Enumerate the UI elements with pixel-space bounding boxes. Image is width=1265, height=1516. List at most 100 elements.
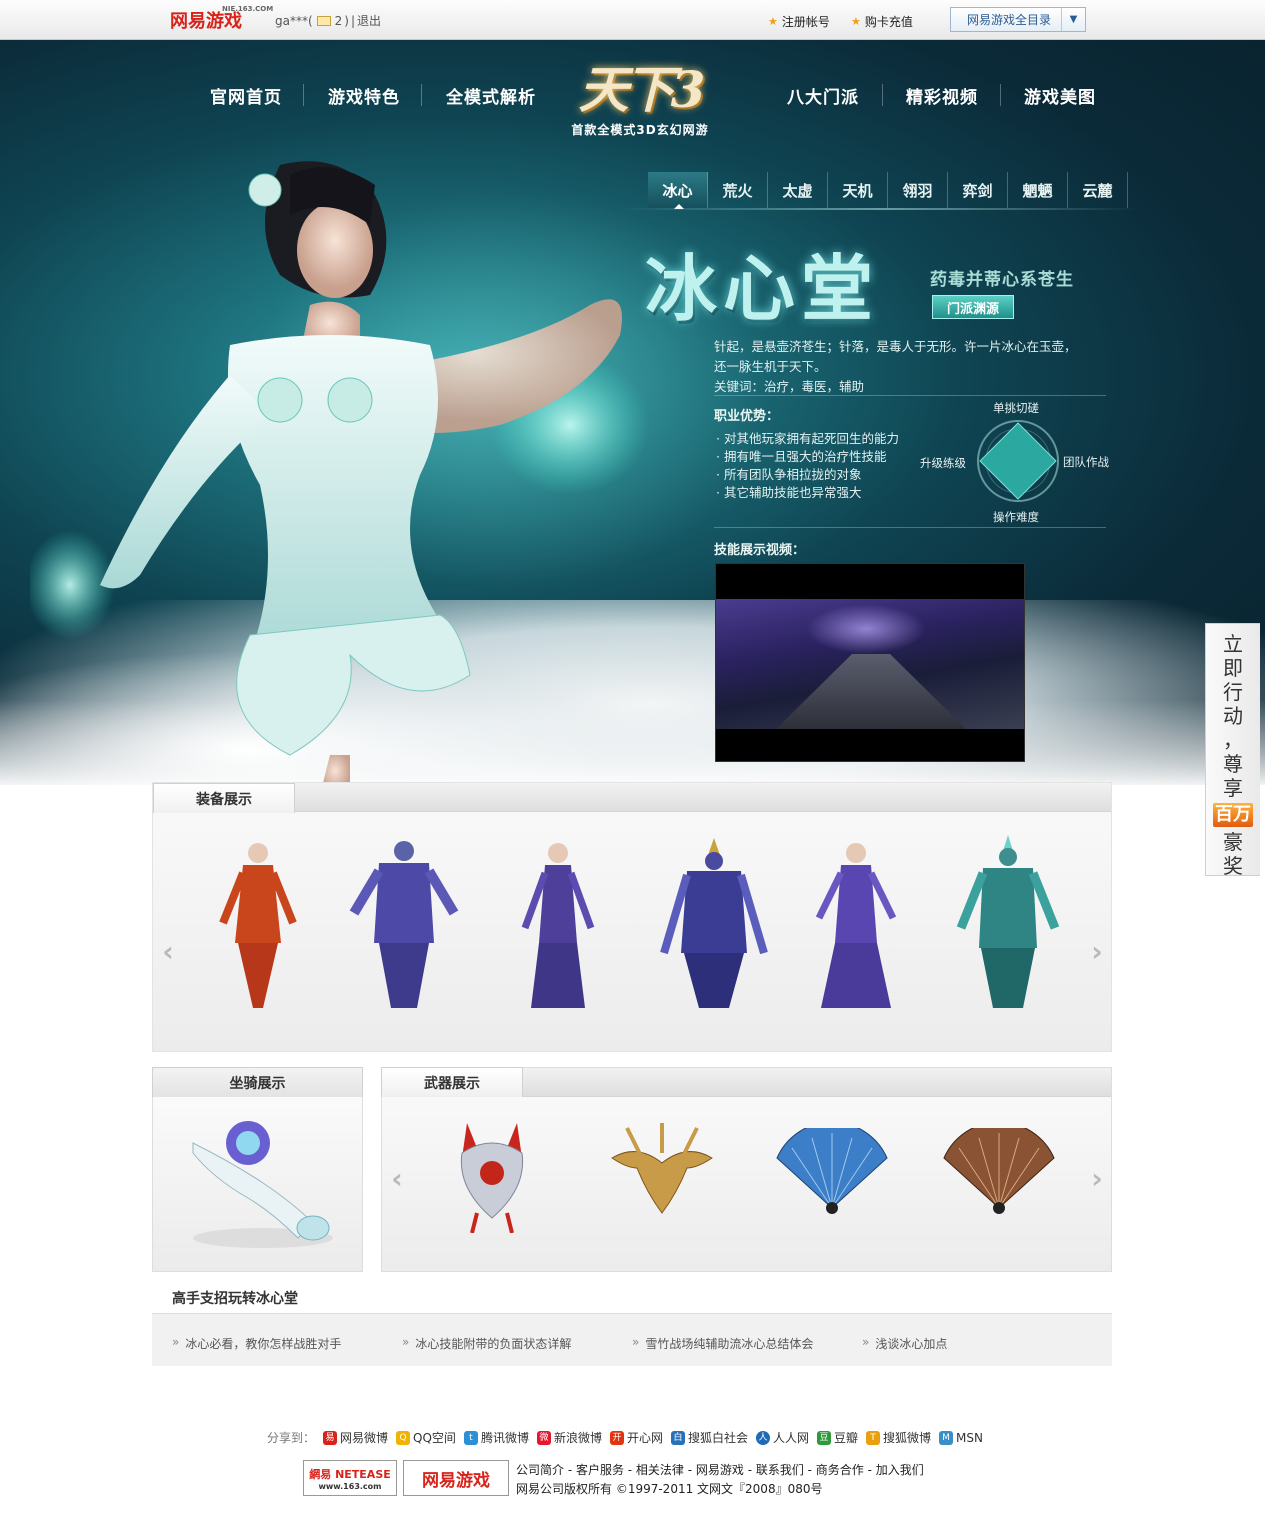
sect-origin-button[interactable]: 门派渊源 xyxy=(932,295,1014,319)
video-title: 技能展示视频： xyxy=(714,543,806,558)
nav-sects[interactable]: 八大门派 xyxy=(787,83,859,108)
share-qzone[interactable]: Q QQ空间 xyxy=(396,1429,456,1446)
sect-title: 冰心堂 xyxy=(645,247,880,331)
double-chevron-icon: » xyxy=(632,1335,640,1349)
nav-gallery[interactable]: 游戏美图 xyxy=(1024,83,1096,108)
side-promo-banner[interactable]: 立 即 行 动 ， 尊 享 百万 豪 奖 xyxy=(1205,623,1260,878)
advantage-list: · 对其他玩家拥有起死回生的能力 · 拥有唯一且强大的治疗性技能 · 所有团队争… xyxy=(716,430,899,502)
mount-title[interactable]: 坐骑展示 xyxy=(152,1067,363,1097)
weapon-panel: 武器展示 ‹ › xyxy=(381,1067,1112,1272)
separator: | xyxy=(350,13,356,28)
chevron-right-icon[interactable]: › xyxy=(1087,935,1107,968)
share-sina-weibo[interactable]: 微新浪微博 xyxy=(536,1429,602,1446)
weapon-item[interactable] xyxy=(607,1123,717,1223)
advantage-title: 职业优势： xyxy=(714,409,780,424)
radar-label-bottom: 操作难度 xyxy=(993,510,1039,524)
equipment-figure[interactable] xyxy=(801,833,911,1013)
share-text: 网易微博 xyxy=(340,1431,389,1445)
weapon-item[interactable] xyxy=(772,1128,892,1218)
tip-link[interactable]: » 冰心必看，教你怎样战胜对手 xyxy=(172,1335,341,1352)
advantage-text: 拥有唯一且强大的治疗性技能 xyxy=(723,449,887,464)
tab-tianji[interactable]: 天机 xyxy=(828,172,888,208)
tip-link[interactable]: » 雪竹战场纯辅助流冰心总结体会 xyxy=(632,1335,813,1352)
share-text: 新浪微博 xyxy=(553,1431,602,1445)
nav-videos[interactable]: 精彩视频 xyxy=(906,83,978,108)
share-text: 搜狐白社会 xyxy=(687,1431,748,1445)
chevron-left-icon[interactable]: ‹ xyxy=(387,1162,407,1195)
nav-divider xyxy=(882,84,883,106)
share-tencent-weibo[interactable]: t 腾讯微博 xyxy=(463,1429,529,1446)
skill-video-player[interactable] xyxy=(715,563,1025,762)
kaixin-icon: 开 xyxy=(609,1430,624,1445)
user-name: ga***( xyxy=(275,13,313,28)
tab-lingyu[interactable]: 翎羽 xyxy=(888,172,948,208)
promo-char: 立 xyxy=(1223,632,1243,656)
tab-bingxin[interactable]: 冰心 xyxy=(648,172,708,209)
nav-features[interactable]: 游戏特色 xyxy=(328,83,400,108)
tab-taixu[interactable]: 太虚 xyxy=(768,172,828,208)
nav-home[interactable]: 官网首页 xyxy=(210,83,282,108)
tips-body: » 冰心必看，教你怎样战胜对手 » 冰心技能附带的负面状态详解 » 雪竹战场纯辅助流冰… xyxy=(152,1313,1112,1366)
equipment-title[interactable]: 装备展示 xyxy=(153,783,295,813)
douban-icon: 豆 xyxy=(817,1430,832,1445)
mail-icon[interactable] xyxy=(316,15,331,26)
tab-yijian[interactable]: 弈剑 xyxy=(948,172,1008,208)
renren-icon: 人 xyxy=(756,1430,770,1445)
share-kaixin[interactable]: 开开心网 xyxy=(609,1429,663,1446)
tip-link[interactable]: » 冰心技能附带的负面状态详解 xyxy=(402,1335,571,1352)
logo-domain: NIE.163.COM xyxy=(222,5,274,13)
share-douban[interactable]: 豆豆瓣 xyxy=(817,1429,858,1446)
netease-game-footer-logo[interactable]: 网易游戏 xyxy=(403,1460,509,1496)
recharge-link[interactable]: ★ 购卡充值 xyxy=(851,13,913,30)
tip-text: 冰心必看，教你怎样战胜对手 xyxy=(185,1337,342,1351)
divider xyxy=(714,395,1106,396)
list-item: · 拥有唯一且强大的治疗性技能 xyxy=(716,449,887,464)
equipment-figure[interactable] xyxy=(203,833,313,1013)
share-sohu-bai[interactable]: 白搜狐白社会 xyxy=(670,1429,748,1446)
nav-modes[interactable]: 全模式解析 xyxy=(446,83,536,108)
netease-game-logo[interactable]: 网易游戏 NIE.163.COM xyxy=(170,5,273,33)
list-item: · 所有团队争相拉拢的对象 xyxy=(716,467,862,482)
netease-logo[interactable]: 網易 NETEASE www.163.com xyxy=(303,1460,397,1496)
directory-label: 网易游戏全目录 xyxy=(967,13,1052,27)
nav-divider xyxy=(1000,84,1001,106)
tips-title: 高手支招玩转冰心堂 xyxy=(172,1291,298,1307)
tip-text: 浅谈冰心加点 xyxy=(875,1337,948,1351)
tips-section: 高手支招玩转冰心堂 » 冰心必看，教你怎样战胜对手 » 冰心技能附带的负面状态详解 … xyxy=(152,1282,1112,1366)
share-renren[interactable]: 人人人网 xyxy=(756,1429,809,1446)
star-icon: ★ xyxy=(851,15,861,28)
tab-yunlu[interactable]: 云麓 xyxy=(1068,172,1128,208)
promo-char: 奖 xyxy=(1223,854,1243,878)
promo-char: 行 xyxy=(1223,680,1243,704)
tianxia3-logo[interactable]: 天下3 首款全模式3D玄幻网游 xyxy=(560,55,720,145)
weapon-item[interactable] xyxy=(447,1118,537,1233)
weapon-item[interactable] xyxy=(939,1128,1059,1218)
equipment-figure[interactable] xyxy=(659,833,769,1013)
mail-count[interactable]: 2 xyxy=(335,14,343,28)
tab-underline xyxy=(620,208,1140,210)
tip-text: 冰心技能附带的负面状态详解 xyxy=(415,1337,572,1351)
share-sohu-weibo[interactable]: T 搜狐微博 xyxy=(866,1429,931,1446)
equipment-figure[interactable] xyxy=(503,833,613,1013)
chevron-right-icon[interactable]: › xyxy=(1087,1162,1107,1195)
top-bar: 网易游戏 NIE.163.COM ga***( 2 ) | 退出 ★ 注册帐号 … xyxy=(0,0,1265,40)
logout-link[interactable]: 退出 xyxy=(357,12,381,29)
tab-wangliang[interactable]: 魍魉 xyxy=(1008,172,1068,208)
tip-link[interactable]: » 浅谈冰心加点 xyxy=(862,1335,947,1352)
footer-nav[interactable]: 公司简介 - 客户服务 - 相关法律 - 网易游戏 - 联系我们 - 商务合作 … xyxy=(516,1461,924,1480)
share-msn[interactable]: M MSN xyxy=(939,1430,983,1445)
sina-weibo-icon: 微 xyxy=(536,1430,551,1445)
panel-header xyxy=(153,783,1111,812)
chevron-down-icon: ▼ xyxy=(1061,8,1085,31)
share-label: 分享到： xyxy=(267,1431,316,1445)
register-link[interactable]: ★ 注册帐号 xyxy=(768,13,830,30)
weapon-title[interactable]: 武器展示 xyxy=(381,1067,523,1097)
equipment-figure[interactable] xyxy=(349,833,459,1013)
chevron-left-icon[interactable]: ‹ xyxy=(158,935,178,968)
mount-image[interactable] xyxy=(173,1113,343,1253)
tab-huanghuo[interactable]: 荒火 xyxy=(708,172,768,208)
sect-intro: 针起，是悬壶济苍生；针落，是毒人于无形。许一片冰心在玉壶， 还一脉生机于天下。 … xyxy=(714,337,1114,397)
game-directory-dropdown[interactable]: 网易游戏全目录 ▼ xyxy=(950,7,1086,32)
share-netease-weibo[interactable]: 易网易微博 xyxy=(323,1429,388,1446)
equipment-figure[interactable] xyxy=(953,833,1063,1013)
